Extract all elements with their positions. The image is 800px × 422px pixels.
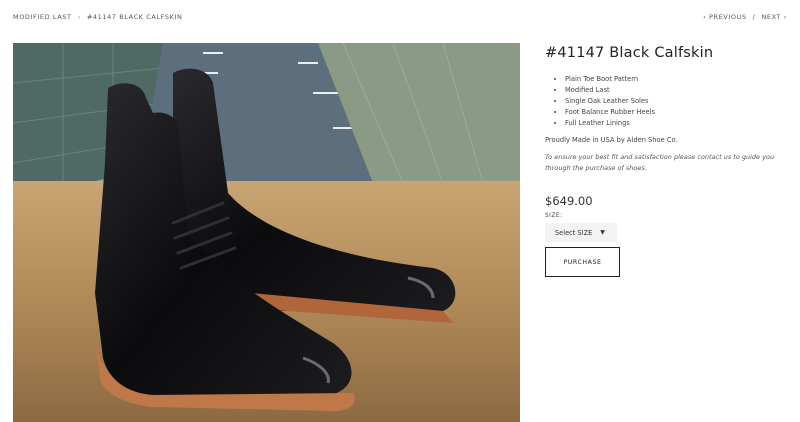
next-link[interactable]: NEXT › [761,13,787,21]
product-info: #41147 Black Calfskin Plain Toe Boot Pat… [545,45,790,277]
size-label: SIZE: [545,213,563,219]
purchase-button[interactable]: PURCHASE [545,247,620,277]
size-select-value: Select SIZE [555,228,593,237]
product-pager: ‹ PREVIOUS / NEXT › [703,13,787,21]
top-bar: MODIFIED LAST › #41147 BLACK CALFSKIN ‹ … [13,13,787,23]
feature-list: Plain Toe Boot Pattern Modified Last Sin… [545,74,790,129]
size-select[interactable]: Select SIZE ▼ [545,223,617,242]
product-price: $649.00 [545,194,593,208]
pager-separator: / [752,13,756,21]
caret-down-icon: ▼ [600,229,605,236]
product-title: #41147 Black Calfskin [545,45,714,61]
breadcrumb-separator: › [77,13,81,21]
feature-item: Single Oak Leather Soles [565,96,790,107]
feature-item: Modified Last [565,85,790,96]
breadcrumb: MODIFIED LAST › #41147 BLACK CALFSKIN [13,13,182,21]
feature-item: Plain Toe Boot Pattern [565,74,790,85]
previous-link[interactable]: ‹ PREVIOUS [703,13,747,21]
feature-item: Foot Balance Rubber Heels [565,107,790,118]
product-image[interactable] [13,43,520,422]
boots-photo [13,43,520,422]
fit-note: To ensure your best fit and satisfaction… [545,153,775,172]
breadcrumb-current: #41147 BLACK CALFSKIN [86,13,183,21]
breadcrumb-parent-link[interactable]: MODIFIED LAST [13,13,72,21]
feature-item: Full Leather Linings [565,118,790,129]
made-in-text: Proudly Made in USA by Alden Shoe Co. [545,136,678,144]
